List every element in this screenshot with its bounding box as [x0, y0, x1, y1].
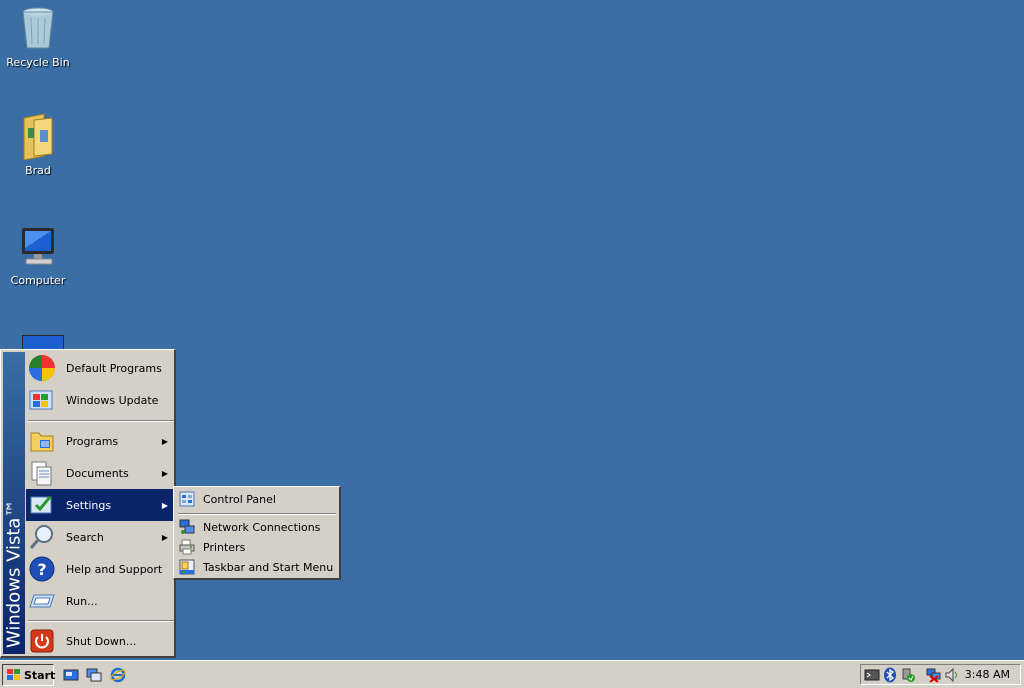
volume-icon[interactable]: [944, 667, 960, 683]
menu-item-label: Help and Support: [66, 562, 163, 576]
user-folder-icon: [14, 112, 62, 161]
desktop-icon-label: Recycle Bin: [6, 56, 70, 69]
submenu-item-label: Printers: [203, 540, 246, 554]
start-menu-band: Windows Vista™: [3, 352, 25, 654]
start-button[interactable]: Start: [2, 664, 56, 686]
menu-item-windows-update[interactable]: Windows Update: [26, 384, 174, 416]
desktop-icon-label: Brad: [25, 164, 51, 177]
submenu-item-label: Control Panel: [203, 492, 276, 506]
network-connections-icon: [179, 519, 195, 535]
menu-item-programs[interactable]: Programs ▶: [26, 425, 174, 457]
menu-item-label: Documents: [66, 466, 129, 480]
windows-flag-icon: [7, 669, 21, 681]
show-desktop-icon[interactable]: [63, 667, 79, 683]
menu-item-label: Programs: [66, 434, 119, 448]
menu-item-search[interactable]: Search ▶: [26, 521, 174, 553]
taskbar: Start 3:48 AM: [0, 660, 1024, 688]
submenu-arrow-icon: ▶: [161, 500, 168, 510]
menu-item-label: Windows Update: [66, 393, 159, 407]
menu-item-default-programs[interactable]: Default Programs: [26, 352, 174, 384]
start-button-label: Start: [24, 668, 56, 682]
submenu-item-network-connections[interactable]: Network Connections: [176, 517, 338, 537]
help-icon: ?: [26, 553, 58, 585]
windows-update-icon: [26, 384, 58, 416]
menu-item-label: Run...: [66, 594, 98, 608]
switch-windows-icon[interactable]: [86, 667, 102, 683]
settings-submenu: Control Panel Network Connections Printe…: [173, 486, 341, 580]
menu-separator: [28, 420, 174, 422]
desktop-icon-label: Computer: [10, 274, 66, 287]
network-disconnected-icon[interactable]: [926, 667, 942, 683]
start-menu-band-text: Windows Vista™: [3, 499, 25, 648]
menu-item-label: Default Programs: [66, 361, 162, 375]
start-menu: Windows Vista™ Default Programs Windows …: [0, 349, 176, 658]
submenu-arrow-icon: ▶: [161, 468, 168, 478]
programs-icon: [26, 425, 58, 457]
menu-item-settings[interactable]: Settings ▶: [26, 489, 174, 521]
menu-item-run[interactable]: Run...: [26, 585, 174, 617]
desktop-icon-computer[interactable]: Computer: [0, 222, 76, 287]
submenu-arrow-icon: ▶: [161, 532, 168, 542]
submenu-arrow-icon: ▶: [161, 436, 168, 446]
submenu-item-label: Network Connections: [203, 520, 321, 534]
bluetooth-icon[interactable]: [882, 667, 898, 683]
submenu-item-printers[interactable]: Printers: [176, 537, 338, 557]
desktop-icon-brad[interactable]: Brad: [0, 112, 76, 177]
control-panel-icon: [179, 491, 195, 507]
shutdown-icon: [26, 625, 58, 657]
safely-remove-hardware-icon[interactable]: [900, 667, 916, 683]
menu-item-documents[interactable]: Documents ▶: [26, 457, 174, 489]
menu-item-help-and-support[interactable]: ? Help and Support: [26, 553, 174, 585]
menu-item-label: Search: [66, 530, 104, 544]
system-tray: 3:48 AM: [860, 664, 1021, 685]
menu-item-label: Settings: [66, 498, 112, 512]
computer-icon: [14, 222, 62, 270]
submenu-separator: [178, 513, 336, 515]
menu-item-shut-down[interactable]: Shut Down...: [26, 625, 174, 657]
printers-icon: [179, 539, 195, 555]
settings-icon: [26, 489, 58, 521]
menu-item-label: Shut Down...: [66, 634, 137, 648]
desktop-icon-recycle-bin[interactable]: Recycle Bin: [0, 4, 76, 69]
internet-explorer-icon[interactable]: [110, 667, 126, 683]
default-programs-icon: [26, 352, 58, 384]
submenu-item-control-panel[interactable]: Control Panel: [176, 489, 338, 509]
taskbar-clock[interactable]: 3:48 AM: [965, 668, 1010, 681]
run-icon: [26, 585, 58, 617]
svg-text:?: ?: [37, 560, 46, 579]
submenu-item-taskbar-and-start-menu[interactable]: Taskbar and Start Menu: [176, 557, 338, 577]
taskbar-start-menu-icon: [179, 559, 195, 575]
console-icon[interactable]: [864, 667, 880, 683]
submenu-item-label: Taskbar and Start Menu: [203, 560, 334, 574]
recycle-bin-icon: [14, 4, 62, 52]
menu-separator: [28, 620, 174, 622]
search-icon: [26, 521, 58, 553]
documents-icon: [26, 457, 58, 489]
